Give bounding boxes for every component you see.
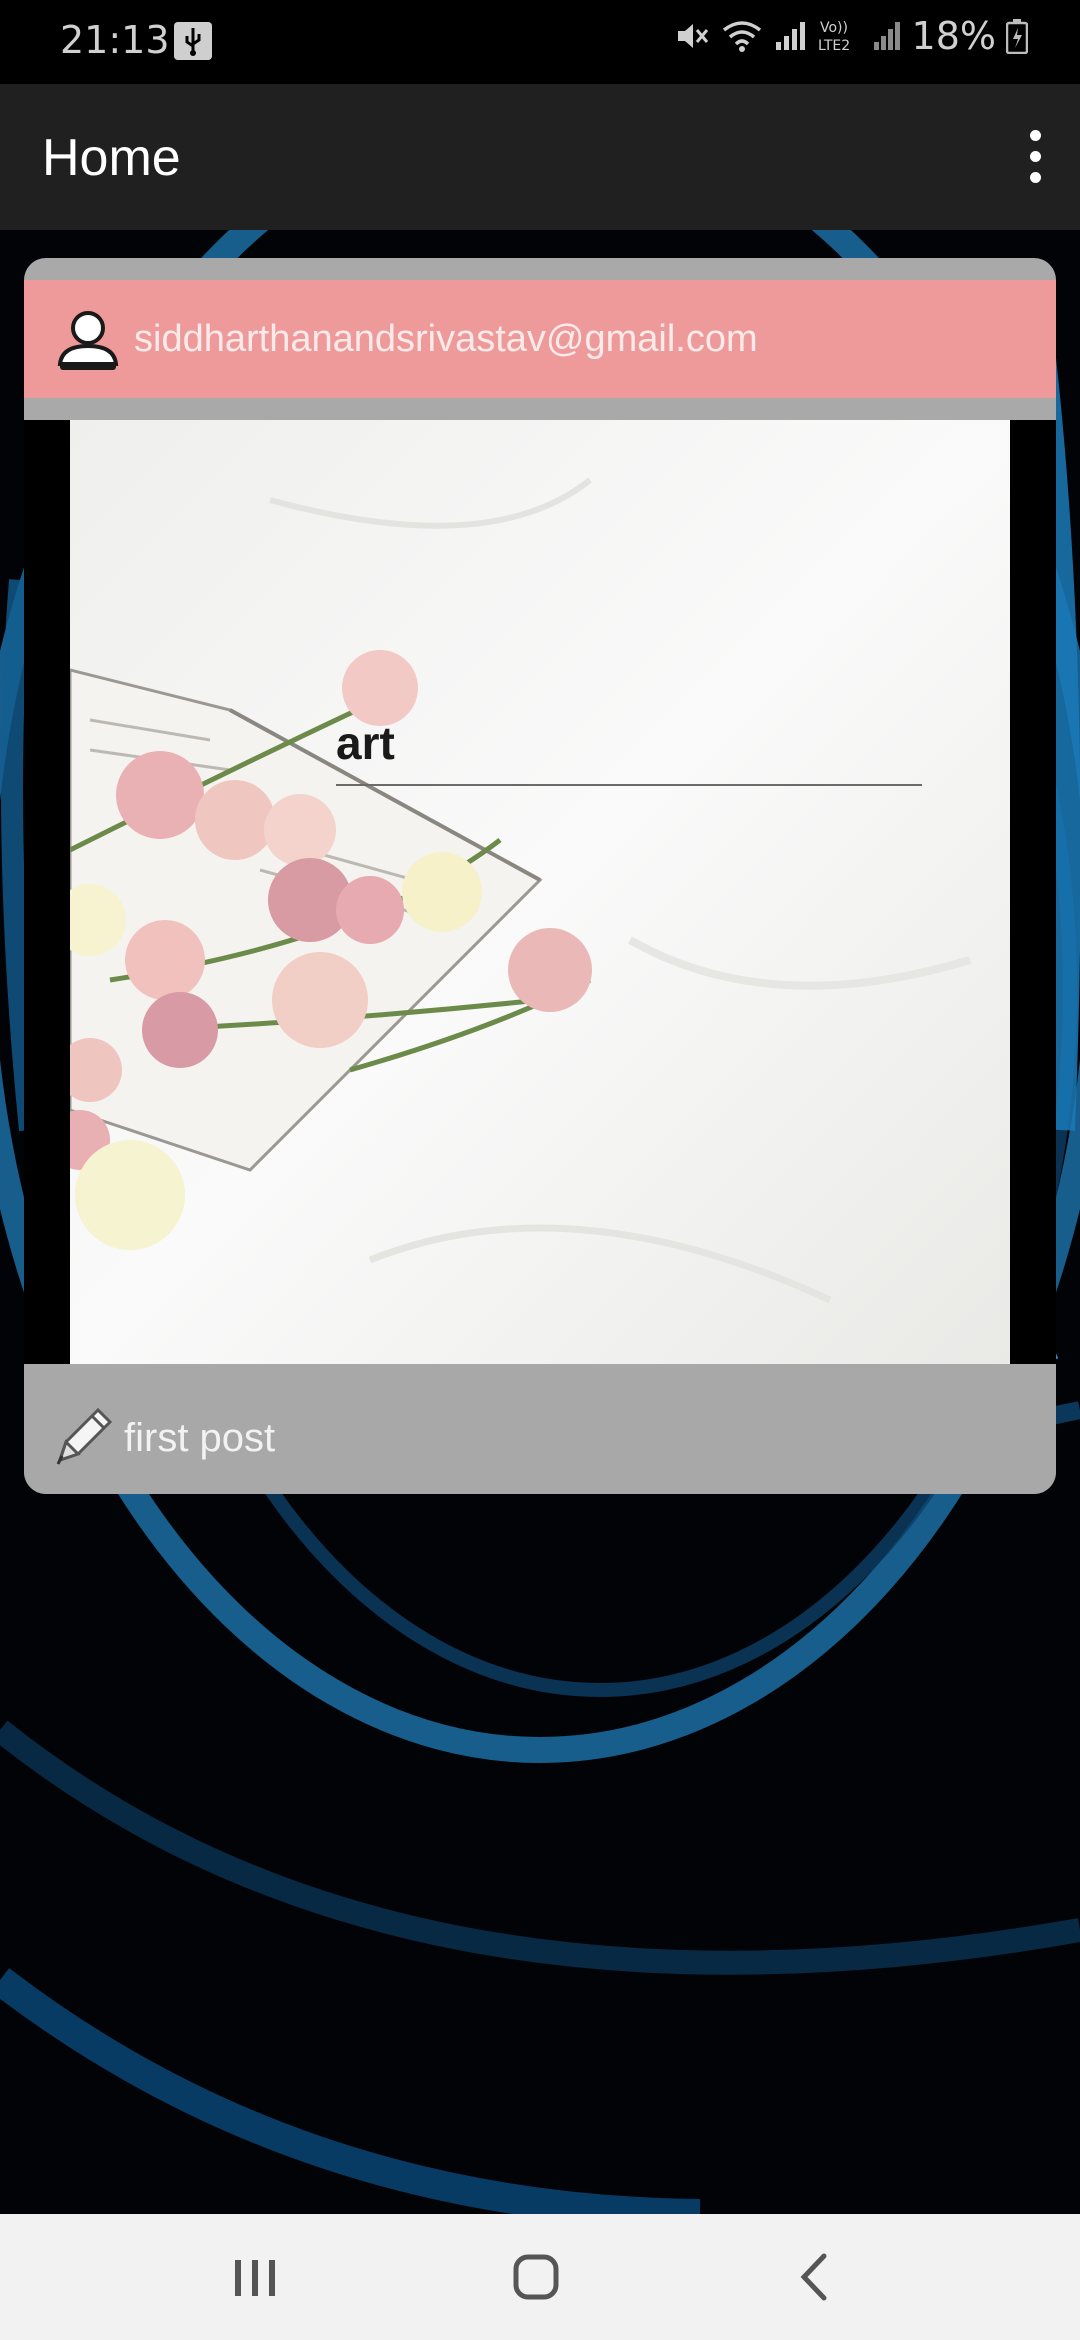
app-bar: Home — [0, 84, 1080, 230]
recent-apps-icon[interactable] — [215, 2242, 295, 2312]
post-header: siddharthanandsrivastav@gmail.com — [24, 280, 1056, 398]
signal-2-icon — [873, 22, 900, 50]
nav-bar — [0, 2214, 1080, 2340]
post-caption: first post — [124, 1416, 276, 1460]
post-image-frame: art — [24, 420, 1056, 1364]
title-underline — [336, 784, 922, 786]
screen: 21:13 Vo)) LTE2 18% Home siddharthanands… — [0, 0, 1080, 2340]
post-footer: first post — [24, 1364, 1056, 1494]
back-icon[interactable] — [776, 2242, 856, 2312]
svg-text:LTE2: LTE2 — [818, 38, 850, 54]
volte-icon: Vo)) LTE2 — [818, 20, 850, 54]
status-bar: 21:13 Vo)) LTE2 18% — [0, 0, 1080, 84]
home-icon[interactable] — [496, 2242, 576, 2312]
svg-text:Vo)): Vo)) — [820, 20, 848, 36]
page-title: Home — [42, 129, 181, 187]
more-vert-icon[interactable] — [1020, 130, 1050, 184]
post-card[interactable]: siddharthanandsrivastav@gmail.com art fi… — [24, 258, 1056, 1494]
wifi-icon — [722, 21, 761, 52]
image-title: art — [336, 717, 395, 769]
usb-icon — [174, 22, 212, 60]
battery-icon — [1006, 19, 1028, 54]
flowers-book-illustration — [70, 420, 1010, 1364]
status-icons: Vo)) LTE2 18% — [674, 14, 1028, 58]
user-email[interactable]: siddharthanandsrivastav@gmail.com — [134, 318, 758, 361]
battery-level: 18% — [911, 14, 996, 58]
pencil-icon — [56, 1407, 113, 1465]
status-time: 21:13 — [60, 18, 170, 62]
person-icon — [57, 311, 119, 370]
signal-icon — [775, 22, 805, 50]
post-image[interactable]: art — [70, 420, 1010, 1364]
mute-icon — [677, 24, 708, 48]
